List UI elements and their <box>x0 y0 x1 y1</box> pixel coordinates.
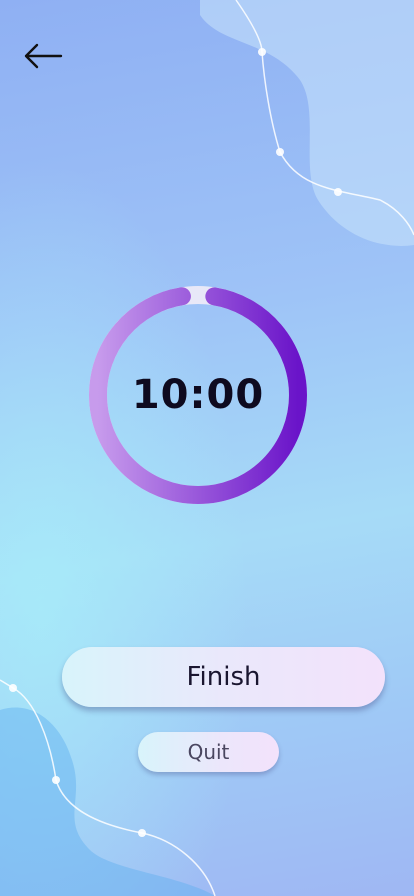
arrow-left-icon <box>24 43 63 69</box>
finish-button[interactable]: Finish <box>62 647 385 707</box>
timer-display: 10:00 <box>131 372 265 418</box>
bottom-left-line <box>0 679 216 896</box>
quit-button[interactable]: Quit <box>138 732 279 772</box>
timer-widget: 10:00 <box>88 285 308 505</box>
back-button[interactable] <box>20 40 66 72</box>
top-right-blob <box>200 0 414 246</box>
top-right-line <box>235 0 414 236</box>
